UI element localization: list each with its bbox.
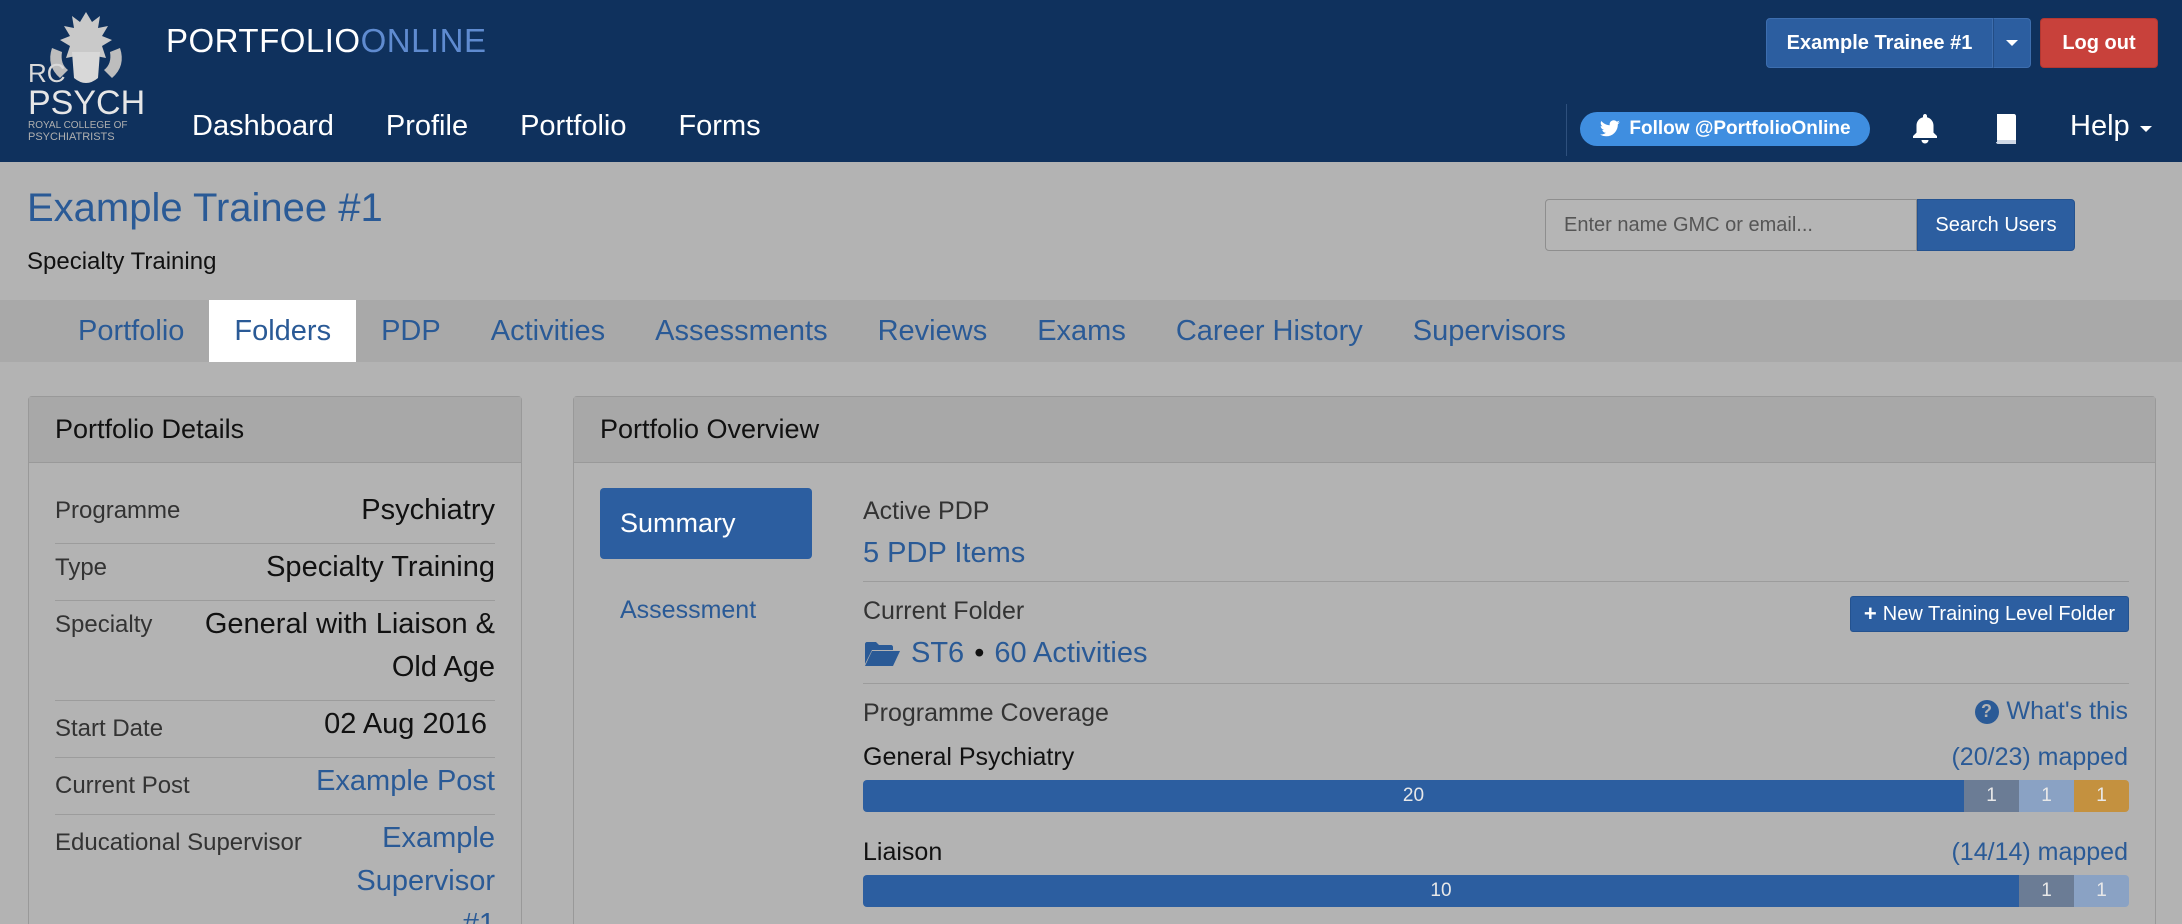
whats-this-link[interactable]: ? What's this	[1974, 697, 2128, 726]
plus-icon: +	[1863, 601, 1877, 626]
coverage-bar-liaison: 10 1 1	[863, 875, 2129, 907]
rcpsych-logo[interactable]: RC PSYCH ROYAL COLLEGE OF PSYCHIATRISTS	[26, 8, 146, 148]
page-title: Example Trainee #1	[27, 186, 383, 230]
nav-dashboard[interactable]: Dashboard	[192, 110, 334, 143]
portfolio-tabs: Portfolio Folders PDP Activities Assessm…	[53, 300, 1591, 362]
detail-row-current-post: Current Post Example Post	[55, 760, 495, 815]
active-pdp-link[interactable]: 5 PDP Items	[863, 537, 1025, 570]
detail-row-type: Type Specialty Training	[55, 546, 495, 601]
new-folder-label: New Training Level Folder	[1882, 602, 2116, 625]
logout-button[interactable]: Log out	[2040, 18, 2158, 68]
folder-open-icon	[865, 641, 900, 666]
current-post-link[interactable]: Example Post	[316, 760, 495, 803]
nav-divider	[1566, 104, 1567, 156]
book-icon[interactable]	[1992, 112, 2020, 146]
whats-this-label: What's this	[2006, 697, 2128, 725]
detail-label: Specialty	[55, 611, 153, 638]
tab-pdp[interactable]: PDP	[356, 300, 466, 362]
coverage-name-general: General Psychiatry	[863, 743, 1075, 771]
user-menu-toggle[interactable]	[1993, 18, 2031, 68]
detail-label: Current Post	[55, 772, 190, 799]
tab-career-history[interactable]: Career History	[1151, 300, 1388, 362]
coverage-mapped-general[interactable]: (20/23) mapped	[1951, 743, 2128, 772]
tab-folders[interactable]: Folders	[209, 300, 357, 362]
detail-label: Programme	[55, 497, 181, 524]
coverage-segment[interactable]: 1	[2074, 875, 2129, 907]
side-nav-summary[interactable]: Summary	[600, 488, 812, 559]
coverage-segment[interactable]: 20	[863, 780, 1964, 812]
svg-text:PSYCHIATRISTS: PSYCHIATRISTS	[28, 131, 115, 143]
help-menu[interactable]: Help	[2070, 110, 2152, 143]
detail-label: Start Date	[55, 715, 164, 742]
logo-crest-icon: RC PSYCH ROYAL COLLEGE OF PSYCHIATRISTS	[28, 12, 145, 143]
coverage-segment[interactable]: 1	[1964, 780, 2019, 812]
active-pdp-label: Active PDP	[863, 497, 990, 525]
coverage-segment[interactable]: 1	[2074, 780, 2129, 812]
tab-portfolio[interactable]: Portfolio	[53, 300, 209, 362]
detail-value: General with Liaison & Old Age	[204, 608, 495, 683]
search-users-input[interactable]	[1545, 199, 1917, 251]
brand-part-online: ONLINE	[360, 22, 487, 59]
nav-portfolio[interactable]: Portfolio	[520, 110, 626, 143]
detail-label: Type	[55, 554, 108, 581]
detail-label: Educational Supervisor	[55, 829, 302, 856]
current-folder-activities-link[interactable]: 60 Activities	[994, 637, 1147, 670]
nav-profile[interactable]: Profile	[386, 110, 468, 143]
twitter-icon	[1600, 120, 1621, 137]
portfolio-details-panel: Portfolio Details Programme Psychiatry T…	[28, 396, 522, 924]
twitter-follow-label: Follow @PortfolioOnline	[1629, 118, 1851, 139]
portfolio-overview-panel: Portfolio Overview Summary Assessment Ac…	[573, 396, 2156, 924]
tab-assessments[interactable]: Assessments	[630, 300, 852, 362]
brand-name[interactable]: PORTFOLIOONLINE	[166, 22, 486, 60]
caret-down-icon	[2006, 40, 2018, 46]
nav-forms[interactable]: Forms	[678, 110, 760, 143]
current-folder-link[interactable]: ST6	[911, 637, 964, 670]
detail-row-educational-supervisor: Educational Supervisor Example Superviso…	[55, 817, 495, 924]
side-nav-assessment[interactable]: Assessment	[620, 596, 756, 625]
current-folder-row: ST6 • 60 Activities	[863, 637, 1147, 670]
detail-row-start-date: Start Date 02 Aug 2016	[55, 703, 495, 758]
bell-icon[interactable]	[1910, 112, 1940, 144]
search-users-button[interactable]: Search Users	[1917, 199, 2075, 251]
main-nav: Dashboard Profile Portfolio Forms	[192, 110, 761, 143]
detail-value: Specialty Training	[266, 551, 495, 583]
current-folder-label: Current Folder	[863, 597, 1025, 625]
programme-coverage-label: Programme Coverage	[863, 699, 1109, 727]
top-navbar: RC PSYCH ROYAL COLLEGE OF PSYCHIATRISTS …	[0, 0, 2182, 162]
detail-value: 02 Aug 2016	[324, 708, 487, 740]
coverage-segment[interactable]: 1	[2019, 780, 2074, 812]
page-subtitle: Specialty Training	[27, 248, 217, 275]
portfolio-details-heading: Portfolio Details	[29, 397, 521, 463]
overview-divider	[863, 683, 2129, 684]
coverage-name-liaison: Liaison	[863, 838, 943, 866]
coverage-segment[interactable]: 10	[863, 875, 2019, 907]
caret-down-icon	[2139, 125, 2152, 132]
tab-reviews[interactable]: Reviews	[853, 300, 1013, 362]
svg-text:PSYCH: PSYCH	[28, 84, 145, 122]
brand-part-portfolio: PORTFOLIO	[166, 22, 361, 59]
coverage-bar-general: 20 1 1 1	[863, 780, 2129, 812]
question-circle-icon: ?	[1974, 699, 1999, 724]
user-menu-button[interactable]: Example Trainee #1	[1766, 18, 1993, 68]
detail-row-programme: Programme Psychiatry	[55, 489, 495, 544]
current-folder-separator: •	[974, 637, 985, 669]
coverage-mapped-liaison[interactable]: (14/14) mapped	[1951, 838, 2128, 867]
help-label: Help	[2070, 110, 2130, 142]
detail-value: Psychiatry	[361, 494, 495, 526]
coverage-segment[interactable]: 1	[2019, 875, 2074, 907]
educational-supervisor-link[interactable]: Example Supervisor #1	[345, 817, 495, 924]
tab-exams[interactable]: Exams	[1012, 300, 1151, 362]
twitter-follow-button[interactable]: Follow @PortfolioOnline	[1580, 112, 1870, 146]
tab-activities[interactable]: Activities	[466, 300, 630, 362]
overview-divider	[863, 581, 2129, 582]
new-training-level-folder-button[interactable]: + New Training Level Folder	[1850, 596, 2129, 632]
portfolio-overview-heading: Portfolio Overview	[574, 397, 2155, 463]
svg-text:ROYAL COLLEGE OF: ROYAL COLLEGE OF	[28, 120, 127, 131]
tab-supervisors[interactable]: Supervisors	[1388, 300, 1591, 362]
detail-row-specialty: Specialty General with Liaison & Old Age	[55, 603, 495, 701]
